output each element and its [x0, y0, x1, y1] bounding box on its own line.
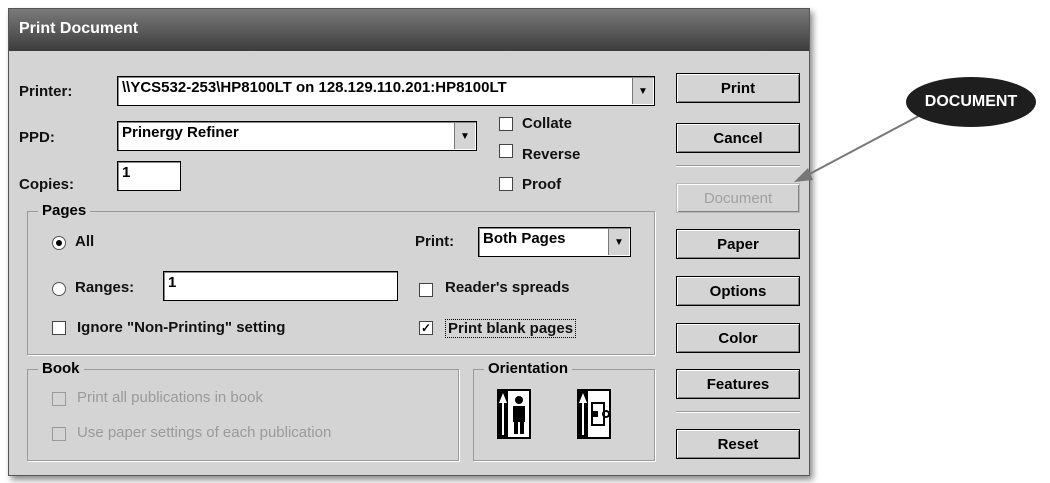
features-button[interactable]: Features: [676, 369, 800, 399]
color-button[interactable]: Color: [676, 323, 800, 353]
printer-select[interactable]: \\YCS532-253\HP8100LT on 128.129.110.201…: [117, 76, 655, 106]
collate-label: Collate: [522, 115, 573, 132]
options-button[interactable]: Options: [676, 276, 800, 306]
ranges-value: 1: [168, 274, 177, 291]
copies-input[interactable]: 1: [117, 161, 181, 191]
pages-group-title: Pages: [38, 202, 91, 219]
landscape-orientation-icon[interactable]: [577, 389, 611, 439]
print-all-publications-checkbox[interactable]: [52, 392, 66, 406]
paper-button[interactable]: Paper: [676, 229, 800, 259]
print-button[interactable]: Print: [676, 73, 800, 103]
copies-label: Copies:: [19, 176, 75, 193]
print-blank-pages-checkbox[interactable]: ✓: [419, 321, 433, 335]
chevron-down-icon[interactable]: ▼: [608, 229, 629, 255]
copies-value: 1: [122, 164, 131, 181]
use-paper-settings-label: Use paper settings of each publication: [77, 424, 332, 441]
use-paper-settings-checkbox[interactable]: [52, 427, 66, 441]
ppd-value: Prinergy Refiner: [122, 124, 239, 141]
document-callout: DOCUMENT: [906, 77, 1036, 127]
button-separator: [676, 411, 800, 413]
radio-ranges[interactable]: [52, 282, 66, 296]
radio-all-label: All: [75, 233, 95, 250]
title-bar[interactable]: Print Document: [9, 9, 809, 51]
proof-checkbox[interactable]: [499, 177, 513, 191]
chevron-down-icon[interactable]: ▼: [632, 78, 653, 104]
print-pages-select[interactable]: Both Pages ▼: [478, 227, 631, 257]
ignore-non-printing-checkbox[interactable]: [52, 321, 66, 335]
ranges-input[interactable]: 1: [163, 271, 398, 301]
radio-all[interactable]: [52, 236, 66, 250]
printer-label: Printer:: [19, 83, 73, 100]
portrait-orientation-icon[interactable]: [497, 389, 531, 439]
radio-ranges-label: Ranges:: [75, 279, 135, 296]
print-document-dialog: Print Document Printer: \\YCS532-253\HP8…: [8, 8, 810, 476]
print-pages-value: Both Pages: [483, 230, 566, 247]
ppd-label: PPD:: [19, 129, 55, 146]
reset-button[interactable]: Reset: [676, 429, 800, 459]
book-group-title: Book: [38, 360, 84, 377]
printer-value: \\YCS532-253\HP8100LT on 128.129.110.201…: [122, 79, 507, 96]
ignore-non-printing-label: Ignore "Non-Printing" setting: [77, 319, 286, 336]
book-group: Book: [27, 360, 459, 461]
orientation-group-title: Orientation: [484, 360, 573, 377]
chevron-down-icon[interactable]: ▼: [454, 123, 475, 149]
reverse-label: Reverse: [522, 146, 581, 163]
radio-selected-dot: [56, 240, 62, 246]
print-all-publications-label: Print all publications in book: [77, 389, 263, 406]
readers-spreads-label: Reader's spreads: [445, 279, 570, 296]
proof-label: Proof: [522, 176, 562, 193]
readers-spreads-checkbox[interactable]: [419, 283, 433, 297]
dialog-title: Print Document: [19, 20, 139, 37]
reverse-checkbox[interactable]: [499, 144, 513, 158]
print-label: Print:: [415, 233, 455, 250]
collate-checkbox[interactable]: [499, 117, 513, 131]
ppd-select[interactable]: Prinergy Refiner ▼: [117, 121, 477, 151]
print-blank-pages-label: Print blank pages: [445, 319, 577, 338]
